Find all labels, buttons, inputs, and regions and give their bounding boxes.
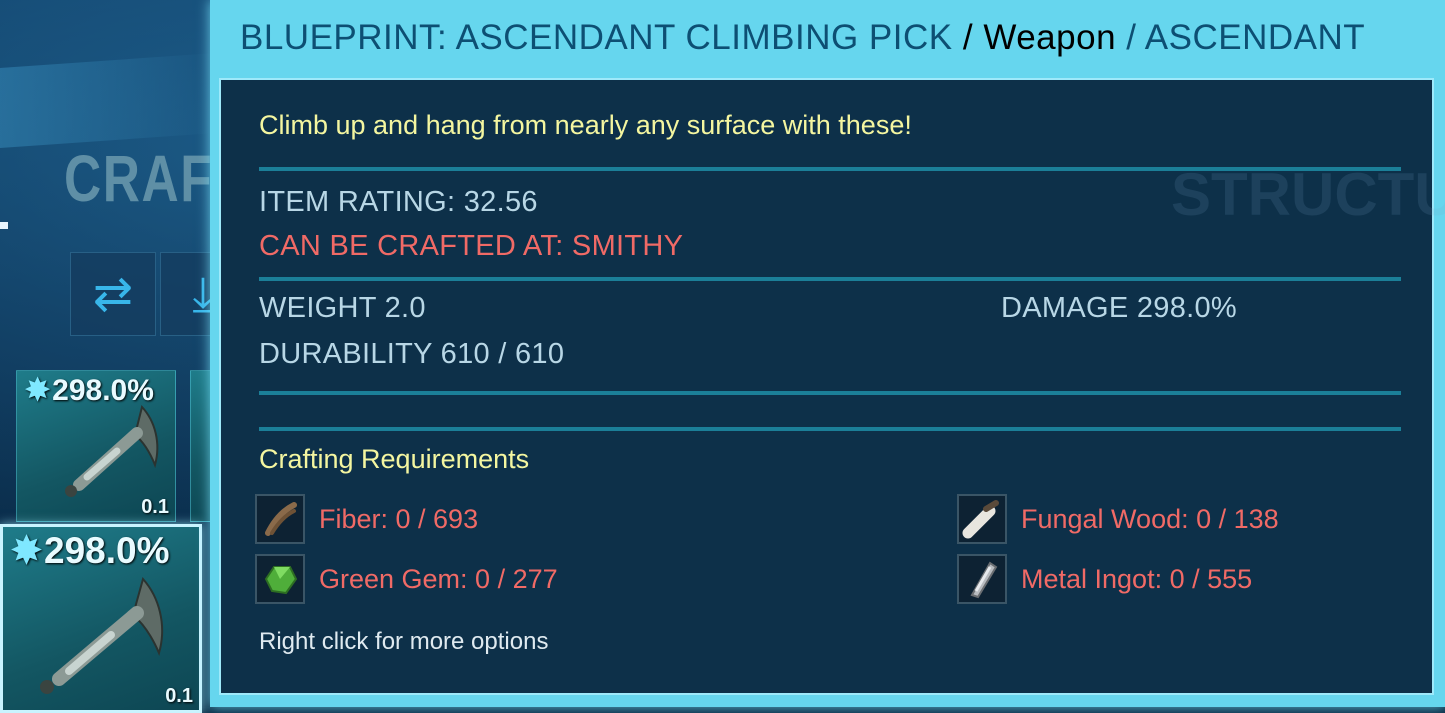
swap-arrows-icon: ⇄ <box>92 266 134 322</box>
item-category: Weapon <box>983 18 1117 57</box>
divider <box>259 277 1401 281</box>
metal-ingot-icon <box>970 561 998 599</box>
divider <box>259 427 1401 431</box>
requirement-fungal-wood: Fungal Wood: 0 / 138 <box>957 494 1279 544</box>
crafting-requirements-title: Crafting Requirements <box>259 444 530 474</box>
requirement-fiber: Fiber: 0 / 693 <box>255 494 478 544</box>
header-separator: / <box>952 18 984 57</box>
item-rating: ITEM RATING: 32.56 <box>259 186 538 218</box>
slot-weight: 0.1 <box>165 685 193 707</box>
slot-bonus: 298.0% <box>44 530 170 571</box>
item-name: BLUEPRINT: ASCENDANT CLIMBING PICK <box>240 18 953 57</box>
inventory-slot-selected[interactable]: ✸298.0% 0.1 <box>0 524 202 713</box>
green-gem-icon <box>264 566 298 595</box>
divider <box>259 391 1401 395</box>
bonus-star-icon: ✸ <box>11 530 43 571</box>
tooltip-body: STRUCTU Climb up and hang from nearly an… <box>219 78 1445 695</box>
requirement-label: Fungal Wood: 0 / 138 <box>1021 503 1279 534</box>
transfer-button[interactable]: ⇄ <box>70 252 156 336</box>
header-separator: / <box>1116 18 1145 57</box>
right-click-hint: Right click for more options <box>259 628 549 655</box>
climbing-pick-icon <box>40 576 164 694</box>
item-weight: WEIGHT 2.0 <box>259 292 426 324</box>
climbing-pick-icon <box>65 404 159 497</box>
fiber-icon <box>265 502 297 536</box>
requirement-green-gem: Green Gem: 0 / 277 <box>255 554 558 604</box>
item-quality: ASCENDANT <box>1144 18 1366 57</box>
requirement-label: Metal Ingot: 0 / 555 <box>1021 563 1253 594</box>
bonus-star-icon: ✸ <box>25 374 51 407</box>
tooltip-header: BLUEPRINT: ASCENDANT CLIMBING PICK / Wea… <box>240 18 1365 58</box>
requirement-metal-ingot: Metal Ingot: 0 / 555 <box>957 554 1252 604</box>
requirement-label: Green Gem: 0 / 277 <box>319 563 558 594</box>
inventory-slot[interactable]: ✸298.0% 0.1 <box>16 370 176 522</box>
item-description: Climb up and hang from nearly any surfac… <box>259 110 912 140</box>
fungal-wood-icon <box>962 500 999 539</box>
item-tooltip: BLUEPRINT: ASCENDANT CLIMBING PICK / Wea… <box>210 0 1445 707</box>
slot-weight: 0.1 <box>141 496 169 518</box>
cursor-marker <box>0 222 8 229</box>
item-durability: DURABILITY 610 / 610 <box>259 338 565 370</box>
item-damage: DAMAGE 298.0% <box>1001 292 1237 324</box>
crafting-station: CAN BE CRAFTED AT: SMITHY <box>259 230 684 262</box>
divider <box>259 167 1401 171</box>
background-banner <box>0 51 230 149</box>
requirement-label: Fiber: 0 / 693 <box>319 503 479 534</box>
